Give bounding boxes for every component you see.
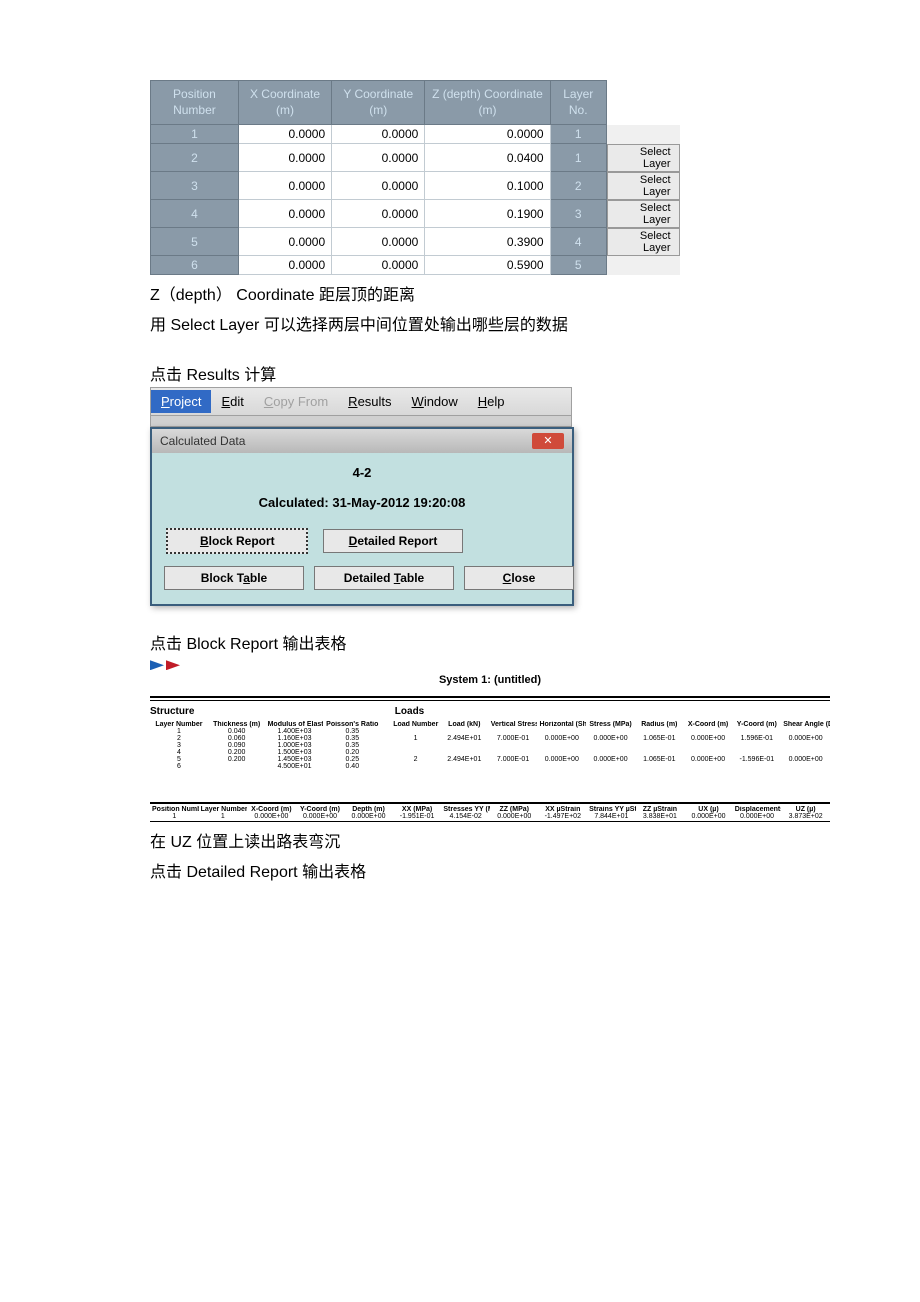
- positions-table: Position Number X Coordinate (m) Y Coord…: [150, 80, 680, 275]
- select-layer-button[interactable]: Select Layer: [607, 172, 680, 200]
- menu-window[interactable]: Window: [402, 390, 468, 413]
- loads-heading: Loads: [395, 706, 830, 717]
- dialog-status: Calculated: 31-May-2012 19:20:08: [164, 495, 560, 510]
- dialog-title: Calculated Data: [160, 434, 245, 448]
- select-layer-button[interactable]: Select Layer: [607, 200, 680, 228]
- dialog-name: 4-2: [164, 465, 560, 480]
- note-results: 点击 Results 计算: [150, 361, 770, 385]
- table-row: 1 0.0000 0.0000 0.0000 1: [151, 125, 680, 144]
- report-block: System 1: (untitled) Structure Loads Lay…: [150, 660, 830, 822]
- note-select-layer: 用 Select Layer 可以选择两层中间位置处输出哪些层的数据: [150, 311, 770, 335]
- menubar: Project Edit Copy From Results Window He…: [150, 387, 572, 416]
- table-row: 6 4.500E+01 0.40: [150, 763, 381, 770]
- detailed-table-button[interactable]: Detailed Table: [314, 566, 454, 590]
- close-button[interactable]: Close: [464, 566, 574, 590]
- th-y: Y Coordinate (m): [332, 81, 425, 125]
- table-row: 3 0.090 1.000E+03 0.35: [150, 742, 381, 749]
- table-row: 2 0.0000 0.0000 0.0400 1 Select Layer: [151, 144, 680, 172]
- th-z: Z (depth) Coordinate (m): [425, 81, 550, 125]
- calculated-data-dialog: Calculated Data ✕ 4-2 Calculated: 31-May…: [150, 427, 574, 606]
- structure-heading: Structure: [150, 706, 395, 717]
- menu-results[interactable]: Results: [338, 390, 401, 413]
- block-report-button[interactable]: Block Report: [166, 528, 308, 554]
- block-table-button[interactable]: Block Table: [164, 566, 304, 590]
- table-row: 3 0.0000 0.0000 0.1000 2 Select Layer: [151, 172, 680, 200]
- positions-tbody: 1 0.0000 0.0000 0.0000 1 2 0.0000 0.0000…: [151, 125, 680, 275]
- report-title: System 1: (untitled): [150, 674, 830, 686]
- detailed-report-button[interactable]: Detailed Report: [323, 529, 463, 553]
- table-row: 4 0.200 1.500E+03 0.20: [150, 749, 381, 756]
- table-row: 1 2.494E+01 7.000E-01 0.000E+00 0.000E+0…: [391, 728, 830, 749]
- table-row: 2 2.494E+01 7.000E-01 0.000E+00 0.000E+0…: [391, 749, 830, 770]
- report-logo-icon: [150, 660, 190, 674]
- table-row: 1 0.040 1.400E+03 0.35: [150, 728, 381, 735]
- th-pos: Position Number: [151, 81, 239, 125]
- note-zdepth: Z（depth） Coordinate 距层顶的距离: [150, 281, 770, 305]
- note-uz: 在 UZ 位置上读出路表弯沉: [150, 828, 770, 852]
- table-row: 2 0.060 1.160E+03 0.35: [150, 735, 381, 742]
- table-row: 1 1 0.000E+00 0.000E+00 0.000E+00 -1.951…: [150, 813, 830, 820]
- th-x: X Coordinate (m): [238, 81, 331, 125]
- select-layer-button[interactable]: Select Layer: [607, 228, 680, 256]
- menu-help[interactable]: Help: [468, 390, 515, 413]
- select-layer-button[interactable]: Select Layer: [607, 144, 680, 172]
- menu-copyfrom: Copy From: [254, 390, 338, 413]
- table-row: 6 0.0000 0.0000 0.5900 5: [151, 256, 680, 275]
- close-icon[interactable]: ✕: [532, 433, 564, 449]
- table-row: 5 0.200 1.450E+03 0.25: [150, 756, 381, 763]
- menu-project[interactable]: Project: [151, 390, 211, 413]
- menu-edit[interactable]: Edit: [211, 390, 253, 413]
- th-layer: Layer No.: [550, 81, 606, 125]
- note-detailed-report: 点击 Detailed Report 输出表格: [150, 858, 770, 882]
- table-row: 4 0.0000 0.0000 0.1900 3 Select Layer: [151, 200, 680, 228]
- note-block-report: 点击 Block Report 输出表格: [150, 630, 770, 654]
- table-row: 5 0.0000 0.0000 0.3900 4 Select Layer: [151, 228, 680, 256]
